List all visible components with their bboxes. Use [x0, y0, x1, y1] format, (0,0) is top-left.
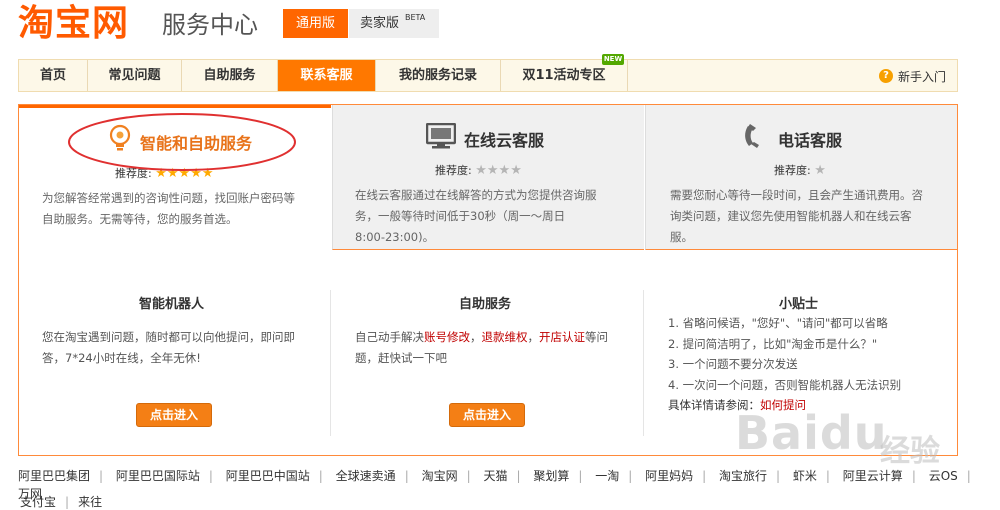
footer-links-row2: 支付宝 | 来往	[20, 495, 103, 509]
newbie-guide-link[interactable]: 新手入门	[898, 68, 946, 85]
self-service-section-title: 自助服务	[459, 297, 512, 312]
nav-item-my-records[interactable]: 我的服务记录	[376, 60, 501, 91]
annotation-circle	[68, 113, 296, 171]
footer-link[interactable]: 全球速卖通	[336, 467, 396, 485]
desc-line: 询类问题，建议您先使用智能机器人和在线云客	[670, 209, 912, 223]
channel-phone-service[interactable]: 电话客服 推荐度: ★ 需要您耐心等待一段时间，且会产生通讯费用。咨 询类问题，…	[645, 105, 957, 250]
tab-general-version[interactable]: 通用版	[283, 9, 348, 38]
desc-line: 在线云客服通过在线解答的方式为您提供咨询服	[355, 188, 597, 202]
star-icon: ★	[486, 163, 499, 178]
desc-line: 题，赶快试一下吧	[355, 351, 447, 365]
desc-line: 为您解答经常遇到的咨询性问题，找回账户密码等	[42, 191, 295, 205]
footer-link[interactable]: 虾米	[793, 467, 817, 485]
self-service-section-description: 自己动手解决账号修改，退款维权，开店认证等问 题，赶快试一下吧	[355, 327, 608, 369]
section-divider	[643, 290, 644, 436]
desc-line: 8:00-23:00)。	[355, 230, 435, 244]
tip-item: 4. 一次问一个问题，否则智能机器人无法识别	[668, 377, 902, 392]
desc-text: 自己动手解决	[355, 330, 424, 344]
footer-link[interactable]: 阿里巴巴集团	[18, 467, 90, 485]
tip-item: 2. 提问简洁明了，比如"淘金币是什么？"	[668, 336, 878, 351]
desc-line: 服。	[670, 230, 693, 244]
channel-online-service[interactable]: 在线云客服 推荐度: ★★★★ 在线云客服通过在线解答的方式为您提供咨询服 务，…	[332, 105, 644, 250]
star-icon: ★	[475, 163, 487, 178]
desc-line: 务，一般等待时间低于30秒（周一～周日	[355, 209, 566, 223]
phone-icon	[745, 124, 759, 148]
tab-seller-label: 卖家版	[360, 16, 400, 31]
footer-link[interactable]: 阿里云计算	[843, 467, 903, 485]
nav-item-self-service[interactable]: 自助服务	[182, 60, 278, 91]
footer-link[interactable]: 淘宝旅行	[719, 467, 767, 485]
footer-link[interactable]: 阿里妈妈	[645, 467, 693, 485]
footer-link[interactable]: 支付宝	[20, 495, 56, 509]
link-shop-verify[interactable]: 开店认证	[539, 330, 585, 344]
nav-item-faq[interactable]: 常见问题	[88, 60, 182, 91]
main-nav: 首页 常见问题 自助服务 联系客服 我的服务记录 双11活动专区	[18, 59, 958, 92]
self-service-enter-button[interactable]: 点击进入	[449, 403, 525, 427]
link-refund[interactable]: 退款维权	[482, 330, 528, 344]
footer-link[interactable]: 阿里巴巴中国站	[226, 467, 310, 485]
footer-links: 阿里巴巴集团 | 阿里巴巴国际站 | 阿里巴巴中国站 | 全球速卖通 | 淘宝网 | 天猫…	[18, 467, 971, 501]
channel-description: 在线云客服通过在线解答的方式为您提供咨询服 务，一般等待时间低于30秒（周一～周…	[355, 185, 597, 248]
baidu-watermark-suffix: 经验	[880, 434, 940, 469]
footer-link[interactable]: 一淘	[595, 467, 619, 485]
channel-description: 需要您耐心等待一段时间，且会产生通讯费用。咨 询类问题，建议您先使用智能机器人和…	[670, 185, 923, 248]
monitor-icon	[426, 123, 456, 149]
desc-line: 自己动手解决账号修改，退款维权，开店认证等问	[355, 327, 608, 348]
robot-section-title: 智能机器人	[139, 297, 205, 312]
new-badge: NEW	[602, 54, 624, 65]
tab-seller-version[interactable]: 卖家版 BETA	[349, 9, 439, 38]
nav-item-home[interactable]: 首页	[19, 60, 88, 91]
nav-item-contact-service[interactable]: 联系客服	[278, 60, 376, 91]
rating: 推荐度: ★	[774, 162, 826, 178]
robot-enter-button[interactable]: 点击进入	[136, 403, 212, 427]
rating-label: 推荐度:	[435, 164, 472, 177]
desc-text: 等问	[585, 330, 608, 344]
tip-item: 3. 一个问题不要分次发送	[668, 357, 798, 371]
footer-link[interactable]: 阿里巴巴国际站	[116, 467, 200, 485]
channel-description: 为您解答经常遇到的咨询性问题，找回账户密码等 自助服务。无需等待，您的服务首选。	[42, 188, 295, 230]
desc-line: 答，7*24小时在线，全年无休!	[42, 351, 201, 365]
desc-line: 需要您耐心等待一段时间，且会产生通讯费用。咨	[670, 188, 923, 202]
channel-title: 在线云客服	[464, 131, 545, 150]
desc-line: 自助服务。无需等待，您的服务首选。	[42, 212, 238, 226]
tips-list: 1. 省略问候语，"您好"、"请问"都可以省略 2. 提问简洁明了，比如"淘金币…	[668, 313, 901, 416]
desc-separator: ，	[527, 330, 540, 344]
footer-link[interactable]: 天猫	[483, 467, 507, 485]
footer-link[interactable]: 聚划算	[533, 467, 569, 485]
question-icon: ?	[879, 69, 893, 83]
footer-link[interactable]: 来往	[78, 495, 102, 509]
beta-badge: BETA	[405, 13, 426, 22]
rating-label: 推荐度:	[774, 164, 811, 177]
footer-link[interactable]: 淘宝网	[422, 467, 458, 485]
section-divider	[330, 290, 331, 436]
desc-separator: ，	[470, 330, 482, 344]
link-account-change[interactable]: 账号修改	[424, 330, 470, 344]
service-center-title: 服务中心	[162, 11, 258, 39]
footer-link[interactable]: 云OS	[929, 467, 958, 485]
desc-line: 您在淘宝遇到问题，随时都可以向他提问，即问即	[42, 330, 295, 344]
star-icon: ★	[510, 163, 522, 178]
channel-title: 电话客服	[778, 131, 843, 150]
tip-item: 1. 省略问候语，"您好"、"请问"都可以省略	[668, 316, 888, 330]
baidu-watermark: Baidu	[735, 406, 888, 460]
tips-section-title: 小贴士	[779, 297, 819, 312]
taobao-logo[interactable]: 淘宝网	[18, 4, 129, 44]
star-icon: ★	[498, 163, 511, 178]
star-icon: ★	[814, 163, 826, 178]
rating: 推荐度: ★★★★	[435, 162, 522, 178]
robot-section-description: 您在淘宝遇到问题，随时都可以向他提问，即问即 答，7*24小时在线，全年无休!	[42, 327, 295, 369]
